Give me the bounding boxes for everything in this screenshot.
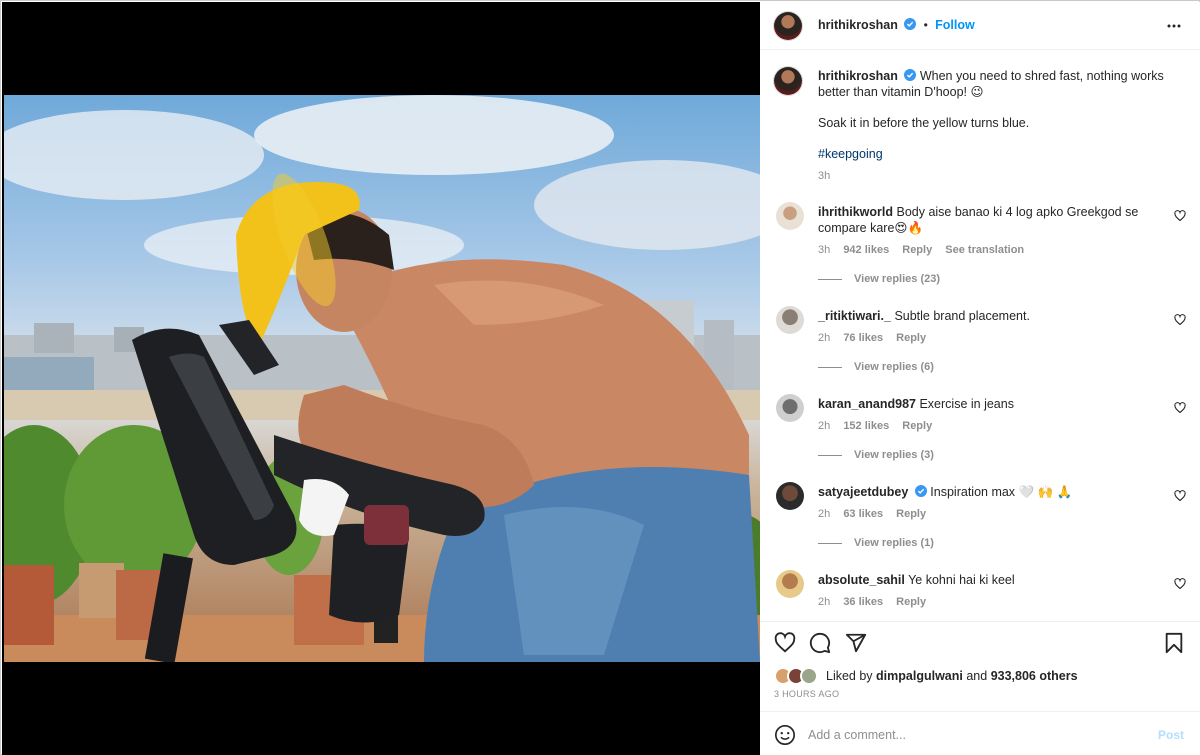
- likes-summary: Liked by dimpalgulwani and 933,806 other…: [774, 667, 1194, 687]
- heart-icon[interactable]: [1174, 210, 1186, 222]
- heart-icon[interactable]: [1174, 578, 1186, 590]
- replies-line: [818, 542, 842, 544]
- comment-meta: 2h 76 likes Reply: [818, 330, 1158, 346]
- photo-illustration: [4, 95, 760, 662]
- post-sidebar: hrithikroshan • Follow hrithikroshan Whe…: [760, 2, 1200, 755]
- comment-body: _ritiktiwari._ Subtle brand placement. 2…: [818, 308, 1158, 346]
- commenter-avatar[interactable]: [776, 202, 804, 230]
- post-actions: [760, 621, 1200, 661]
- share-icon[interactable]: [845, 632, 867, 654]
- comment-time: 3h: [818, 244, 831, 256]
- liker-avatars: [774, 667, 822, 685]
- heart-icon[interactable]: [1174, 314, 1186, 326]
- reply-button[interactable]: Reply: [896, 596, 926, 608]
- comment-meta: 2h 152 likes Reply: [818, 418, 1158, 434]
- replies-line: [818, 366, 842, 368]
- caption-username[interactable]: hrithikroshan: [818, 69, 898, 83]
- commenter-avatar[interactable]: [776, 394, 804, 422]
- comment-likes[interactable]: 76 likes: [843, 332, 883, 344]
- view-replies-button[interactable]: View replies (3): [818, 449, 934, 461]
- post-modal: hrithikroshan • Follow hrithikroshan Whe…: [0, 0, 1200, 755]
- reply-button[interactable]: Reply: [902, 244, 932, 256]
- liked-by-text: Liked by dimpalgulwani and 933,806 other…: [826, 669, 1078, 683]
- commenter-avatar[interactable]: [776, 482, 804, 510]
- liked-by-suffix: and: [966, 669, 988, 683]
- comment-text: Ye kohni hai ki keel: [908, 573, 1015, 587]
- comment-time: 2h: [818, 508, 831, 520]
- comment-likes[interactable]: 942 likes: [843, 244, 889, 256]
- comment-username[interactable]: absolute_sahil: [818, 573, 905, 587]
- liked-by-prefix: Liked by: [826, 669, 873, 683]
- comment-time: 2h: [818, 332, 831, 344]
- hashtag-link[interactable]: #keepgoing: [818, 147, 883, 161]
- commenter-avatar[interactable]: [776, 570, 804, 598]
- comment-likes[interactable]: 36 likes: [843, 596, 883, 608]
- author-username[interactable]: hrithikroshan: [818, 18, 898, 32]
- comment-meta: 2h 36 likes Reply: [818, 594, 1158, 610]
- reply-button[interactable]: Reply: [896, 332, 926, 344]
- comment-body: satyajeetdubey Inspiration max 🤍 🙌 🙏 2h …: [818, 484, 1158, 522]
- view-replies-label: View replies (3): [854, 449, 934, 461]
- heart-icon[interactable]: [1174, 402, 1186, 414]
- comment-meta: 3h 942 likes Reply See translation: [818, 242, 1158, 258]
- post-comment-button[interactable]: Post: [1158, 728, 1184, 742]
- comment-username[interactable]: _ritiktiwari._: [818, 309, 891, 323]
- caption-author-avatar[interactable]: [774, 67, 802, 95]
- author-avatar[interactable]: [774, 12, 802, 40]
- reply-button[interactable]: Reply: [896, 508, 926, 520]
- separator-dot: •: [923, 18, 928, 32]
- comment-text: Inspiration max 🤍 🙌 🙏: [930, 485, 1073, 499]
- comment-text: Subtle brand placement.: [894, 309, 1030, 323]
- verified-icon: [904, 18, 917, 30]
- verified-icon: [914, 485, 927, 497]
- save-icon[interactable]: [1164, 632, 1184, 654]
- post-header: hrithikroshan • Follow: [760, 2, 1200, 50]
- post-photo[interactable]: [4, 95, 760, 662]
- liker-avatar[interactable]: [800, 667, 818, 685]
- commenter-avatar[interactable]: [776, 306, 804, 334]
- post-media: [2, 2, 760, 755]
- comment-time: 2h: [818, 420, 831, 432]
- view-replies-button[interactable]: View replies (23): [818, 273, 940, 285]
- comment-likes[interactable]: 152 likes: [843, 420, 889, 432]
- comment-username[interactable]: satyajeetdubey: [818, 485, 908, 499]
- view-replies-label: View replies (23): [854, 273, 941, 285]
- comment-body: absolute_sahil Ye kohni hai ki keel 2h 3…: [818, 572, 1158, 610]
- see-translation-button[interactable]: See translation: [945, 244, 1024, 256]
- replies-line: [818, 278, 842, 280]
- post-caption: hrithikroshan When you need to shred fas…: [818, 68, 1168, 184]
- caption-time: 3h: [818, 170, 831, 182]
- more-options-icon[interactable]: [1166, 18, 1182, 34]
- comment-time: 2h: [818, 596, 831, 608]
- view-replies-button[interactable]: View replies (6): [818, 361, 934, 373]
- comment-username[interactable]: ihrithikworld: [818, 205, 893, 219]
- comment-input[interactable]: [808, 724, 1138, 746]
- follow-button[interactable]: Follow: [935, 18, 975, 32]
- view-replies-label: View replies (1): [854, 537, 934, 549]
- comment-icon[interactable]: [809, 632, 831, 654]
- comment-meta: 2h 63 likes Reply: [818, 506, 1158, 522]
- liked-by-user[interactable]: dimpalgulwani: [876, 669, 963, 683]
- emoji-icon[interactable]: [774, 724, 796, 746]
- comment-text: Exercise in jeans: [919, 397, 1014, 411]
- post-time-ago: 3 HOURS AGO: [774, 689, 840, 699]
- view-replies-label: View replies (6): [854, 361, 934, 373]
- caption-line-2: Soak it in before the yellow turns blue.: [818, 116, 1030, 130]
- liked-by-count[interactable]: 933,806 others: [991, 669, 1078, 683]
- heart-icon[interactable]: [1174, 490, 1186, 502]
- author-line: hrithikroshan • Follow: [818, 18, 975, 32]
- comment-body: ihrithikworld Body aise banao ki 4 log a…: [818, 204, 1158, 258]
- view-replies-button[interactable]: View replies (1): [818, 537, 934, 549]
- comments-scroll[interactable]: hrithikroshan When you need to shred fas…: [760, 51, 1200, 621]
- replies-line: [818, 454, 842, 456]
- verified-icon: [904, 69, 917, 81]
- like-heart-icon[interactable]: [774, 632, 796, 654]
- comment-username[interactable]: karan_anand987: [818, 397, 916, 411]
- reply-button[interactable]: Reply: [902, 420, 932, 432]
- comment-likes[interactable]: 63 likes: [843, 508, 883, 520]
- comment-composer: Post: [760, 711, 1200, 755]
- comment-body: karan_anand987 Exercise in jeans 2h 152 …: [818, 396, 1158, 434]
